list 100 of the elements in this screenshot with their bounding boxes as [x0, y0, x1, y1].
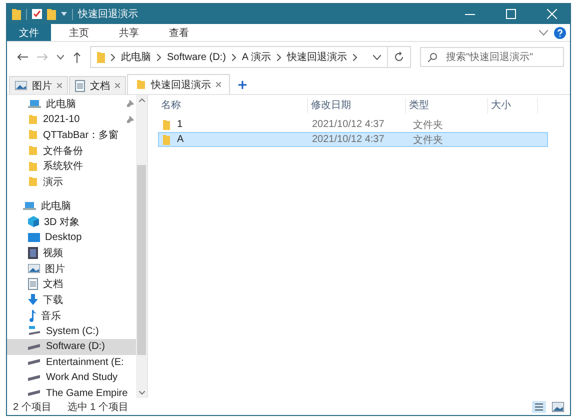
tab-label: 快速回退演示 — [151, 78, 211, 92]
large-icons-view-icon[interactable] — [552, 402, 564, 412]
sidebar-item[interactable]: QTTabBar：多窗 — [7, 127, 136, 143]
sidebar-item[interactable]: 此电脑 — [7, 198, 136, 214]
close-icon[interactable] — [115, 83, 120, 88]
drive-icon — [28, 359, 41, 366]
column-header[interactable]: 名称 — [158, 98, 308, 114]
file-row[interactable]: 1 2021/10/12 4:37 文件夹 — [158, 117, 548, 132]
breadcrumb-item[interactable]: 此电脑 — [121, 50, 151, 64]
search-icon — [428, 53, 437, 62]
file-name: A — [177, 134, 184, 145]
sidebar-item[interactable]: 演示 — [7, 174, 136, 190]
folder-icon — [28, 145, 38, 156]
close-icon[interactable] — [216, 82, 221, 87]
back-arrow-icon[interactable] — [17, 53, 28, 61]
folder-icon — [28, 176, 38, 188]
selection-count: 选中 1 个项目 — [67, 400, 128, 414]
cube-icon — [28, 216, 39, 228]
image-icon — [15, 81, 27, 90]
scrollbar[interactable] — [136, 95, 147, 398]
image-icon — [28, 264, 40, 274]
desktop-icon — [28, 233, 40, 242]
sidebar-item[interactable]: 此电脑 — [7, 96, 136, 112]
folder-tab[interactable]: 快速回退演示 — [127, 74, 230, 94]
scroll-up-icon[interactable] — [138, 98, 144, 102]
sidebar-item[interactable]: 3D 对象 — [7, 214, 136, 230]
file-type: 文件夹 — [412, 134, 444, 146]
folder-icon — [12, 8, 21, 20]
tab-label: 文档 — [90, 80, 110, 92]
modified-date: 2021/10/12 4:37 — [311, 134, 386, 145]
sidebar-item[interactable]: 下载 — [7, 292, 136, 308]
dropdown-icon[interactable] — [61, 12, 67, 16]
folder-icon[interactable] — [47, 8, 56, 20]
drive-icon — [28, 390, 41, 396]
sidebar-item[interactable]: 文件备份 — [7, 142, 136, 158]
film-icon — [28, 247, 38, 260]
chevron-right-icon[interactable] — [111, 54, 115, 60]
item-count: 2 个项目 — [13, 400, 52, 414]
sidebar-item[interactable]: Desktop — [7, 230, 136, 246]
pin-icon[interactable] — [127, 116, 134, 123]
sidebar-item[interactable]: Software (D:) — [7, 338, 136, 354]
sidebar-item[interactable]: Work And Study — [7, 370, 136, 386]
folder-icon — [97, 52, 105, 62]
folder-tab[interactable]: 文档 — [69, 76, 126, 94]
breadcrumb-item[interactable]: Software (D:) — [167, 52, 226, 62]
chevron-down-icon[interactable] — [539, 30, 548, 36]
folder-tab[interactable]: 图片 — [9, 76, 68, 94]
column-header[interactable]: 大小 — [488, 98, 538, 114]
breadcrumb-item[interactable]: 快速回退演示 — [286, 50, 347, 64]
pin-icon[interactable] — [127, 100, 134, 108]
sidebar-item[interactable]: System (C:) — [7, 323, 136, 339]
window-title: 快速回退演示 — [78, 8, 138, 21]
sidebar-item[interactable]: 视频 — [7, 245, 136, 261]
details-view-icon[interactable] — [532, 400, 546, 412]
folder-icon — [136, 79, 146, 90]
file-name: 1 — [177, 119, 183, 130]
drive-icon — [28, 344, 41, 350]
folder-icon — [28, 129, 38, 140]
breadcrumb-item[interactable]: A 演示 — [242, 50, 271, 64]
system-drive-icon — [28, 326, 41, 336]
sidebar-item[interactable]: 音乐 — [7, 308, 136, 324]
checklist-icon[interactable] — [32, 9, 42, 19]
close-icon[interactable] — [57, 83, 62, 88]
sidebar-item[interactable]: 系统软件 — [7, 158, 136, 174]
drive-icon — [28, 374, 41, 381]
computer-icon — [28, 98, 41, 109]
sidebar-item[interactable]: 2021-10 — [7, 112, 136, 128]
ribbon-tab[interactable]: 文件 — [7, 24, 51, 41]
column-header[interactable]: 修改日期 — [308, 98, 406, 114]
computer-icon — [23, 201, 36, 212]
up-arrow-icon[interactable] — [73, 52, 81, 62]
folder-icon — [28, 160, 38, 172]
scroll-down-icon[interactable] — [138, 391, 144, 395]
chevron-right-icon[interactable] — [276, 54, 281, 60]
sidebar-item[interactable]: 图片 — [7, 260, 136, 277]
maximize-icon[interactable] — [506, 9, 516, 19]
document-icon — [28, 278, 38, 290]
chevron-down-icon[interactable] — [57, 54, 64, 60]
address-bar[interactable]: 此电脑 Software (D:) A 演示 快速回退演示 — [90, 46, 411, 68]
down-arrow-icon — [28, 294, 38, 306]
scrollbar-thumb[interactable] — [137, 165, 146, 355]
chevron-down-icon[interactable] — [373, 54, 381, 60]
column-header[interactable]: 类型 — [406, 98, 488, 114]
help-icon[interactable] — [554, 26, 566, 38]
tab-label: 图片 — [32, 80, 52, 92]
search-field[interactable]: 搜索"快速回退演示" — [420, 47, 564, 67]
music-note-icon — [28, 310, 36, 322]
new-tab-button[interactable]: + — [231, 76, 254, 94]
sidebar-item[interactable]: 文档 — [7, 276, 136, 292]
sidebar-item[interactable]: The Game Empire — [7, 386, 136, 398]
file-row[interactable]: A 2021/10/12 4:37 文件夹 — [158, 132, 548, 147]
file-type: 文件夹 — [412, 118, 444, 132]
modified-date: 2021/10/12 4:37 — [311, 119, 386, 130]
document-icon — [75, 80, 85, 92]
folder-icon — [28, 114, 38, 125]
chevron-right-icon[interactable] — [352, 54, 357, 60]
sidebar-item[interactable]: Entertainment (E: — [7, 354, 136, 370]
refresh-icon[interactable] — [394, 52, 404, 62]
chevron-right-icon[interactable] — [157, 54, 161, 60]
chevron-right-icon[interactable] — [232, 54, 236, 60]
